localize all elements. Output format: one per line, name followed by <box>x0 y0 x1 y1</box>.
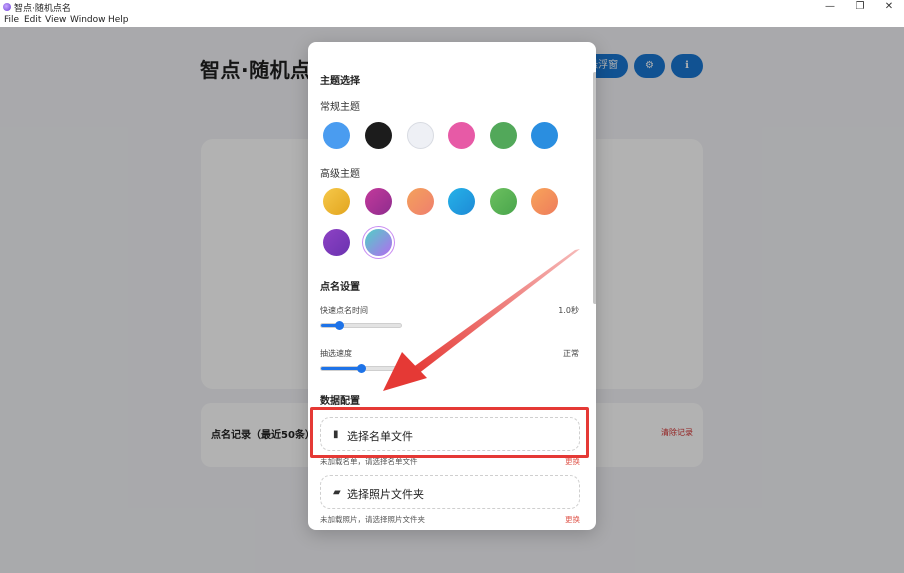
speed-slider-handle[interactable] <box>357 364 366 373</box>
folder-icon: ▰ <box>333 487 341 498</box>
theme-section-title: 主题选择 <box>320 76 360 87</box>
theme-swatch-azure[interactable] <box>531 122 558 149</box>
theme-swatch-orange[interactable] <box>531 188 558 215</box>
theme-swatch-lime[interactable] <box>490 188 517 215</box>
app-logo-icon <box>3 3 11 11</box>
advanced-theme-label: 高级主题 <box>320 169 360 180</box>
theme-swatch-blue[interactable] <box>323 122 350 149</box>
theme-swatch-green[interactable] <box>490 122 517 149</box>
theme-swatch-magenta[interactable] <box>365 188 392 215</box>
menu-view[interactable]: View <box>45 15 66 25</box>
theme-swatch-gold[interactable] <box>323 188 350 215</box>
theme-swatch-purple[interactable] <box>323 229 350 256</box>
close-button[interactable]: ✕ <box>874 0 904 14</box>
menu-window[interactable]: Window <box>70 15 106 25</box>
theme-swatch-sky[interactable] <box>448 188 475 215</box>
window-title: 智点·随机点名 <box>14 4 71 14</box>
fast-time-slider[interactable] <box>320 321 402 330</box>
speed-label: 抽选速度 <box>320 349 352 358</box>
speed-value: 正常 <box>563 349 579 358</box>
fast-time-slider-handle[interactable] <box>335 321 344 330</box>
annotation-highlight-box <box>310 407 589 458</box>
title-bar: 智点·随机点名 — ❐ ✕ <box>0 0 904 14</box>
minimize-button[interactable]: — <box>815 0 845 14</box>
speed-slider[interactable] <box>320 364 402 373</box>
select-photo-folder-label: 选择照片文件夹 <box>347 488 424 501</box>
fast-time-value: 1.0秒 <box>558 306 579 315</box>
menu-file[interactable]: File <box>4 15 19 25</box>
photo-hint: 未加载照片，请选择照片文件夹 <box>320 515 425 524</box>
fast-time-label: 快速点名时间 <box>320 306 368 315</box>
menu-bar: File Edit View Window Help <box>0 14 904 27</box>
data-section-title: 数据配置 <box>320 396 360 407</box>
theme-swatch-pink[interactable] <box>448 122 475 149</box>
rollcall-section-title: 点名设置 <box>320 282 360 293</box>
theme-swatch-black[interactable] <box>365 122 392 149</box>
theme-swatch-light[interactable] <box>407 122 434 149</box>
photo-change-button[interactable]: 更换 <box>565 514 580 525</box>
theme-swatch-aurora[interactable] <box>365 229 392 256</box>
menu-edit[interactable]: Edit <box>24 15 41 25</box>
select-photo-folder-button[interactable]: ▰ 选择照片文件夹 <box>320 475 580 509</box>
maximize-button[interactable]: ❐ <box>845 0 875 14</box>
speed-slider-fill <box>321 367 361 370</box>
modal-scrollbar[interactable] <box>593 72 596 304</box>
theme-swatch-peach[interactable] <box>407 188 434 215</box>
menu-help[interactable]: Help <box>108 15 129 25</box>
normal-theme-label: 常规主题 <box>320 102 360 113</box>
